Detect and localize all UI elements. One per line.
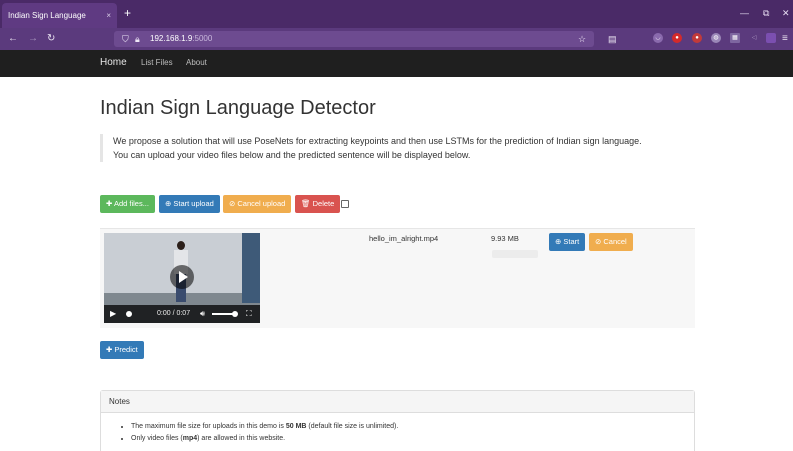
upload-progress-bar xyxy=(492,250,538,258)
grid-extension-icon[interactable]: ▦ xyxy=(730,33,740,43)
notes-heading: Notes xyxy=(101,391,694,413)
reader-icon[interactable]: ▤ xyxy=(608,32,617,46)
nav-home-link[interactable]: Home xyxy=(100,50,127,76)
nav-about-link[interactable]: About xyxy=(186,50,207,76)
big-play-icon[interactable] xyxy=(170,265,194,289)
browser-tab[interactable]: Indian Sign Language Detector × xyxy=(2,3,117,45)
close-window-icon[interactable]: ✕ xyxy=(782,8,790,19)
new-tab-button[interactable]: + xyxy=(124,6,131,20)
minimize-icon[interactable]: — xyxy=(740,8,749,18)
browser-tab-bar: Indian Sign Language Detector × + — ⧉ ✕ xyxy=(0,0,793,45)
file-row: ▶ 0:00 / 0:07 🔊︎ ⛶ hello_im_alright.mp4 … xyxy=(100,228,695,328)
predict-button[interactable]: ✚ Predict xyxy=(100,341,144,359)
note-max-size: The maximum file size for uploads in thi… xyxy=(131,421,398,433)
extension-globe-icon[interactable]: ◍ xyxy=(711,33,721,43)
lock-icon[interactable]: 🔒︎ xyxy=(135,33,140,45)
volume-knob[interactable] xyxy=(232,311,238,317)
tab-close-icon[interactable]: × xyxy=(106,3,111,28)
start-upload-button[interactable]: ⊕ Start upload xyxy=(159,195,220,213)
extension-purple-icon[interactable] xyxy=(766,33,776,43)
file-size: 9.93 MB xyxy=(491,234,519,243)
select-all-checkbox[interactable] xyxy=(341,200,349,208)
notes-list: The maximum file size for uploads in thi… xyxy=(131,421,398,445)
address-bar[interactable]: ⛉ 🔒︎ 192.168.1.9:5000 ☆ xyxy=(114,31,594,47)
video-controls: ▶ 0:00 / 0:07 🔊︎ ⛶ xyxy=(104,305,260,323)
bookmark-star-icon[interactable]: ☆ xyxy=(578,33,586,45)
fullscreen-icon[interactable]: ⛶ xyxy=(246,305,252,323)
speaker-extension-icon[interactable]: ◁ xyxy=(749,33,759,43)
menu-icon[interactable]: ≡ xyxy=(782,32,788,46)
add-files-button[interactable]: ✚ Add files... xyxy=(100,195,155,213)
file-name: hello_im_alright.mp4 xyxy=(369,234,439,243)
delete-button[interactable]: 🗑 Delete xyxy=(295,195,341,213)
video-frame-door xyxy=(242,233,260,303)
video-time: 0:00 / 0:07 xyxy=(157,310,191,317)
notes-panel: Notes The maximum file size for uploads … xyxy=(100,390,695,451)
page-title: Indian Sign Language Detector xyxy=(100,97,376,119)
volume-icon[interactable]: 🔊︎ xyxy=(200,305,205,323)
description-line-1: We propose a solution that will use Pose… xyxy=(113,136,642,146)
file-start-button[interactable]: ⊕ Start xyxy=(549,233,586,251)
forward-icon[interactable]: → xyxy=(28,32,38,46)
shield-icon[interactable]: ⛉ xyxy=(122,33,129,45)
play-icon[interactable]: ▶ xyxy=(110,305,116,323)
note-file-type: Only video files (mp4) are allowed in th… xyxy=(131,433,398,445)
restore-icon[interactable]: ⧉ xyxy=(763,8,769,19)
video-preview[interactable]: ▶ 0:00 / 0:07 🔊︎ ⛶ xyxy=(104,233,260,323)
url-text[interactable]: 192.168.1.9:5000 xyxy=(150,31,212,47)
pocket-icon[interactable]: ◡ xyxy=(653,33,663,43)
seek-slider[interactable] xyxy=(126,311,132,317)
description-line-2: You can upload your video files below an… xyxy=(113,150,471,160)
description-blockquote: We propose a solution that will use Pose… xyxy=(100,134,695,162)
nav-list-files-link[interactable]: List Files xyxy=(141,50,173,76)
cancel-upload-button[interactable]: ⊘ Cancel upload xyxy=(223,195,292,213)
extension-red-icon[interactable]: ● xyxy=(692,33,702,43)
browser-toolbar: ← → ↻ ⛉ 🔒︎ 192.168.1.9:5000 ☆ ▤ ◡ ● ● ◍ … xyxy=(0,28,793,50)
adblock-icon[interactable]: ● xyxy=(672,33,682,43)
reload-icon[interactable]: ↻ xyxy=(47,32,55,46)
file-cancel-button[interactable]: ⊘ Cancel xyxy=(589,233,633,251)
back-icon[interactable]: ← xyxy=(8,32,18,46)
site-navbar: Home List Files About xyxy=(0,50,793,77)
url-host: 192.168.1.9 xyxy=(150,34,193,43)
url-port: :5000 xyxy=(192,34,213,43)
